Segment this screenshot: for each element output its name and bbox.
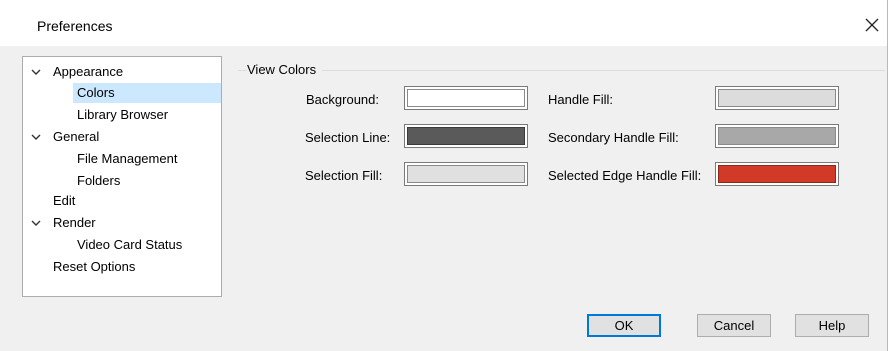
category-tree[interactable]: Appearance Colors Library Browser Genera… [22, 56, 222, 297]
tree-item-appearance[interactable]: Appearance [31, 62, 124, 82]
ok-button[interactable]: OK [587, 314, 661, 337]
handle-fill-color-swatch[interactable] [715, 86, 839, 110]
tree-item-folders[interactable]: Folders [77, 171, 120, 191]
title-bar: Preferences [0, 0, 887, 46]
swatch-fill [407, 89, 525, 107]
chevron-down-icon[interactable] [31, 219, 41, 227]
selected-edge-handle-fill-color-swatch[interactable] [715, 162, 839, 186]
close-button[interactable] [857, 10, 887, 40]
swatch-fill [407, 127, 525, 145]
selection-fill-label: Selection Fill: [305, 168, 383, 183]
group-divider [247, 70, 885, 71]
tree-item-label: Colors [77, 85, 115, 100]
swatch-fill [407, 165, 525, 183]
tree-item-render[interactable]: Render [31, 213, 96, 233]
tree-item-video-card-status[interactable]: Video Card Status [77, 235, 182, 255]
swatch-fill [718, 89, 836, 107]
tree-item-colors[interactable]: Colors [73, 83, 221, 103]
tree-item-file-management[interactable]: File Management [77, 149, 177, 169]
selection-fill-color-swatch[interactable] [404, 162, 528, 186]
background-label: Background: [306, 92, 379, 107]
tree-item-general[interactable]: General [31, 127, 100, 147]
swatch-fill [718, 165, 836, 183]
secondary-handle-fill-label: Secondary Handle Fill: [548, 130, 679, 145]
tree-item-label: Appearance [53, 64, 124, 79]
background-color-swatch[interactable] [404, 86, 528, 110]
window-title: Preferences [37, 18, 113, 34]
preferences-dialog: Preferences Appearance Colors Library Br… [0, 0, 888, 351]
tree-item-label: Edit [53, 193, 76, 208]
view-colors-group-label: View Colors [247, 62, 323, 77]
swatch-fill [718, 127, 836, 145]
tree-item-label: Video Card Status [77, 237, 183, 252]
tree-item-label: Library Browser [77, 107, 169, 122]
cancel-button[interactable]: Cancel [697, 314, 771, 337]
chevron-down-icon[interactable] [31, 68, 41, 76]
selected-edge-handle-fill-label: Selected Edge Handle Fill: [548, 168, 702, 183]
help-button[interactable]: Help [795, 314, 869, 337]
tree-item-label: General [53, 129, 100, 144]
tree-item-label: Folders [77, 173, 121, 188]
close-icon [865, 18, 879, 32]
group-divider [238, 70, 247, 71]
tree-item-label: Reset Options [53, 259, 136, 274]
tree-item-reset-options[interactable]: Reset Options [53, 257, 135, 277]
tree-item-label: Render [53, 215, 96, 230]
secondary-handle-fill-color-swatch[interactable] [715, 124, 839, 148]
handle-fill-label: Handle Fill: [548, 92, 614, 107]
tree-item-library-browser[interactable]: Library Browser [77, 105, 168, 125]
chevron-down-icon[interactable] [31, 133, 41, 141]
selection-line-label: Selection Line: [305, 130, 391, 145]
tree-item-edit[interactable]: Edit [53, 191, 75, 211]
selection-line-color-swatch[interactable] [404, 124, 528, 148]
tree-item-label: File Management [77, 151, 178, 166]
